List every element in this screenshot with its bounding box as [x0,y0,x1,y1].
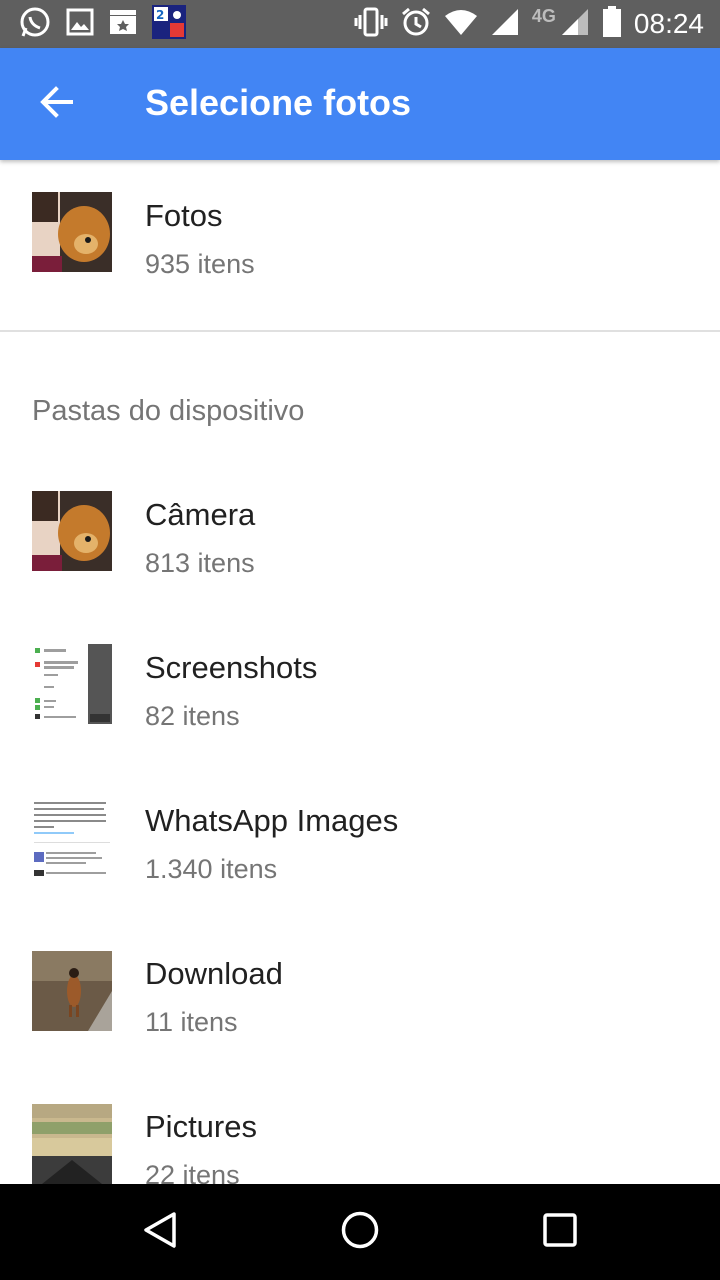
clock: 08:24 [633,8,704,39]
screen: 2 4G 08:24 Selecione fotos Fotos 935 ite… [0,0,720,1280]
navigation-bar [0,1184,720,1280]
clapperboard-icon [108,8,138,41]
battery-icon [602,5,622,43]
back-button[interactable] [28,80,84,128]
list-item-fotos[interactable]: Fotos 935 itens [0,160,720,313]
recents-square-icon [540,1210,580,1255]
nav-home-button[interactable] [336,1208,384,1256]
network-type: 4G [531,5,556,26]
signal-icon [560,7,590,42]
status-bar-system: 4G 08:24 [354,5,704,43]
alarm-icon [400,6,432,43]
album-title: WhatsApp Images [145,803,399,838]
list-item-whatsapp-images[interactable]: WhatsApp Images 1.340 itens [0,766,720,919]
status-bar-notifications: 2 [18,4,186,44]
app-icon: 2 [152,4,186,44]
album-thumbnail [32,491,112,571]
back-triangle-icon [140,1210,180,1255]
album-title: Download [145,956,283,991]
album-list: Fotos 935 itens Pastas do dispositivo Câ… [0,160,720,1184]
album-thumbnail [32,798,112,878]
album-count: 1.340 itens [145,854,278,884]
gallery-icon [66,8,94,41]
nav-back-button[interactable] [136,1208,184,1256]
list-item-camera[interactable]: Câmera 813 itens [0,460,720,613]
wifi-icon [444,8,478,41]
album-count: 82 itens [145,701,240,731]
album-count: 22 itens [145,1160,240,1184]
album-count: 935 itens [145,249,255,279]
arrow-back-icon [38,84,74,125]
svg-text:2: 2 [156,8,164,22]
album-thumbnail [32,951,112,1031]
page-title: Selecione fotos [145,82,412,123]
divider [0,330,720,332]
app-bar: Selecione fotos [0,48,720,160]
home-circle-icon [340,1210,380,1255]
nav-recents-button[interactable] [536,1208,584,1256]
status-bar: 2 4G 08:24 [0,0,720,48]
album-title: Fotos [145,198,223,233]
album-count: 813 itens [145,548,255,578]
list-item-pictures[interactable]: Pictures 22 itens [0,1072,720,1184]
vibrate-icon [354,7,388,42]
album-count: 11 itens [145,1007,238,1037]
list-item-screenshots[interactable]: Screenshots 82 itens [0,613,720,766]
signal-icon [490,7,520,42]
list-item-download[interactable]: Download 11 itens [0,919,720,1072]
album-title: Pictures [145,1109,257,1144]
album-title: Screenshots [145,650,318,685]
album-thumbnail [32,644,112,724]
album-thumbnail [32,192,112,272]
whatsapp-icon [18,5,52,44]
album-thumbnail [32,1104,112,1184]
album-title: Câmera [145,497,256,532]
section-header: Pastas do dispositivo [32,395,305,427]
